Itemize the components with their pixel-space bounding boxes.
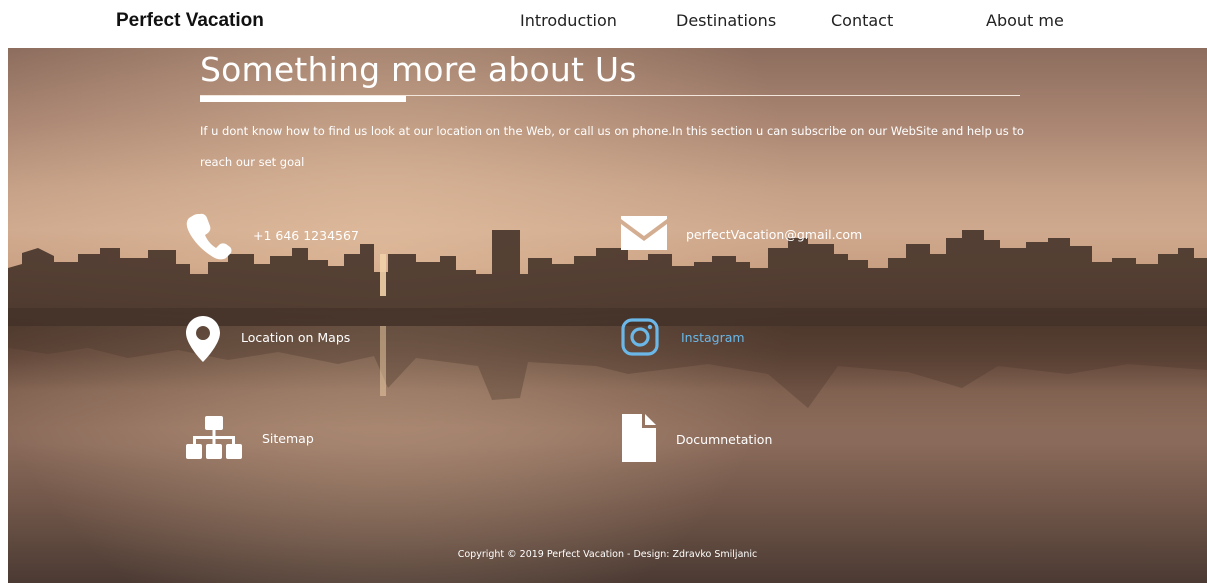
about-section: Something more about Us If u dont know h… (8, 48, 1207, 583)
email-address: perfectVacation@gmail.com (686, 227, 863, 242)
phone-contact[interactable]: +1 646 1234567 (186, 212, 386, 262)
phone-number: +1 646 1234567 (253, 228, 359, 243)
envelope-icon (621, 216, 667, 250)
navbar: Perfect Vacation Introduction Destinatio… (0, 0, 1207, 48)
nav-link-about-me[interactable]: About me (986, 11, 1064, 30)
brand-logo[interactable]: Perfect Vacation (116, 10, 264, 32)
location-link[interactable]: Location on Maps (186, 316, 386, 366)
document-icon (622, 414, 656, 462)
documentation-label: Documnetation (676, 432, 773, 447)
section-intro-text: If u dont know how to find us look at ou… (200, 124, 1024, 169)
nav-link-contact[interactable]: Contact (831, 11, 893, 30)
sitemap-icon (186, 416, 242, 459)
section-title: Something more about Us (200, 50, 637, 89)
phone-icon (186, 213, 232, 260)
sitemap-link[interactable]: Sitemap (186, 416, 356, 466)
location-label: Location on Maps (241, 330, 351, 345)
email-contact[interactable]: perfectVacation@gmail.com (621, 216, 901, 256)
instagram-link[interactable]: Instagram (621, 318, 801, 362)
instagram-icon (621, 318, 659, 356)
sitemap-label: Sitemap (262, 431, 314, 446)
footer-copyright: Copyright © 2019 Perfect Vacation - Desi… (457, 549, 758, 560)
title-accent-bar (200, 96, 406, 102)
map-marker-icon (186, 316, 220, 362)
instagram-label: Instagram (681, 330, 745, 345)
documentation-link[interactable]: Documnetation (622, 414, 822, 464)
nav-link-destinations[interactable]: Destinations (676, 11, 776, 30)
nav-link-introduction[interactable]: Introduction (520, 11, 617, 30)
